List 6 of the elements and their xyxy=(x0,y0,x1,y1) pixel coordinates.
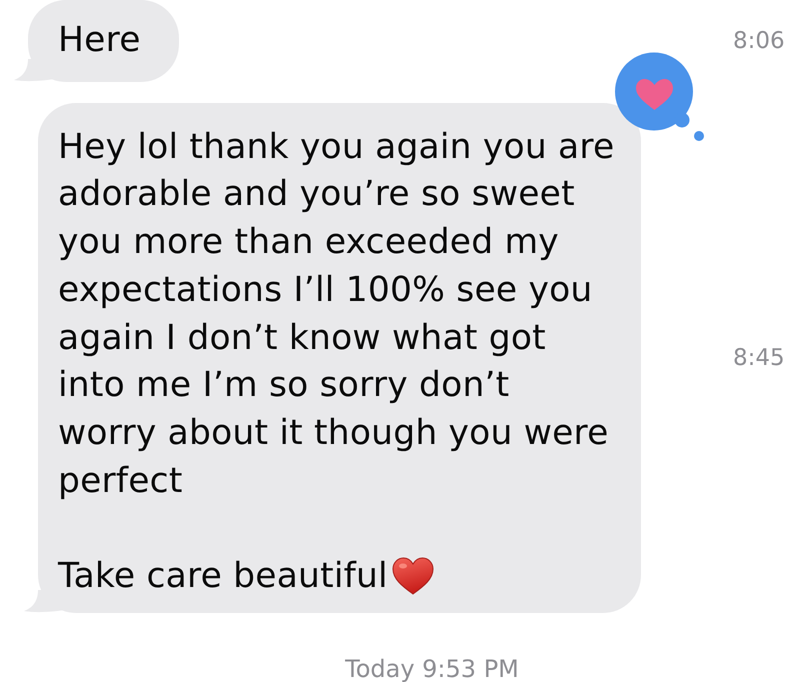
message-text: Hey lol thank you again you are adorable and you’re so sweet you more than exceeded my expectations I’ll 100% see you again I don’t know what got into me I’m so sorry don’t worry about it though you were perfect xyxy=(58,126,614,501)
message-time: 8:06 xyxy=(733,26,785,55)
message-time: 8:45 xyxy=(733,344,785,372)
message-text: Here xyxy=(58,20,141,60)
conversation-date-text: Today 9:53 PM xyxy=(345,656,519,682)
message-text: Take care beautiful xyxy=(58,556,388,596)
